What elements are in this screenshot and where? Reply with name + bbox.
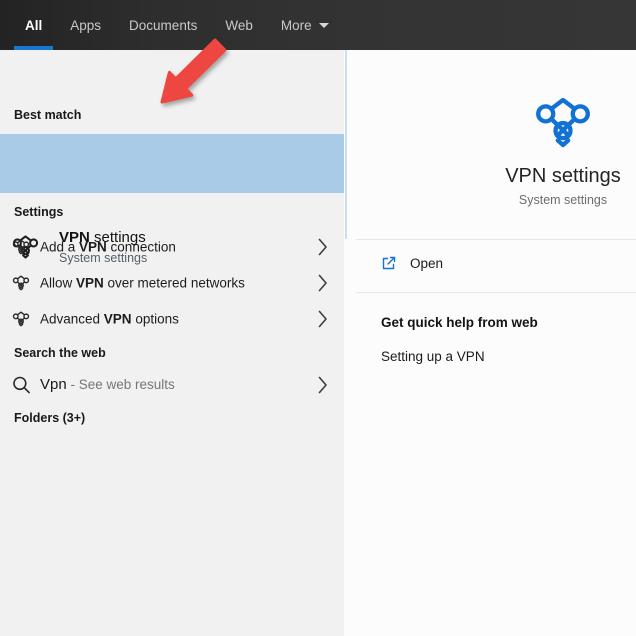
vpn-icon (12, 239, 30, 255)
result-label: Allow VPN over metered networks (40, 276, 245, 291)
open-command-button[interactable]: Open (344, 240, 636, 292)
chevron-right-icon[interactable] (318, 274, 328, 292)
result-label-strong: VPN (103, 311, 132, 327)
folders-section-label: Folders (3+) (14, 411, 86, 425)
tab-apps[interactable]: Apps (70, 0, 101, 50)
result-label-pre: Allow (40, 275, 77, 291)
result-add-vpn-connection[interactable]: Add a VPN connection (0, 229, 344, 265)
vpn-icon (12, 311, 30, 327)
tab-apps-label: Apps (70, 17, 102, 33)
open-external-icon (382, 256, 396, 270)
tab-more[interactable]: More (281, 0, 329, 50)
result-allow-vpn-metered[interactable]: Allow VPN over metered networks (0, 265, 344, 301)
tab-all-label: All (25, 17, 43, 33)
web-search-query: Vpn (40, 376, 67, 394)
result-web-search-vpn[interactable]: Vpn - See web results (0, 367, 344, 403)
result-label-post: options (131, 311, 179, 327)
panel-edge-highlight (345, 50, 347, 239)
result-advanced-vpn-options[interactable]: Advanced VPN options (0, 301, 344, 337)
tab-all[interactable]: All (13, 0, 54, 50)
chevron-down-icon (318, 22, 329, 28)
open-command-label: Open (410, 256, 444, 271)
result-label-post: over metered networks (103, 275, 245, 291)
result-label-strong: VPN (76, 275, 104, 291)
result-label-pre: Add a (40, 239, 80, 255)
result-label-pre: Advanced (40, 311, 104, 327)
chevron-right-icon[interactable] (318, 238, 328, 256)
tab-more-label: More (280, 17, 312, 33)
result-preview-panel: VPN settings System settings Open Get qu… (344, 50, 636, 636)
search-web-section-label: Search the web (14, 346, 106, 360)
result-label: Advanced VPN options (40, 312, 179, 327)
web-search-suffix: - See web results (66, 377, 175, 393)
tab-web[interactable]: Web (225, 0, 253, 50)
tab-documents-label: Documents (129, 17, 198, 33)
search-icon (13, 376, 30, 394)
chevron-right-icon[interactable] (318, 310, 328, 328)
search-filter-tabbar: All Apps Documents Web More (0, 0, 636, 50)
quick-help-header: Get quick help from web (381, 315, 538, 330)
quick-help-link-setting-up-vpn[interactable]: Setting up a VPN (381, 349, 485, 364)
divider (356, 292, 636, 293)
chevron-right-icon[interactable] (318, 376, 328, 394)
web-search-text: Vpn - See web results (40, 376, 175, 393)
result-label-post: connection (106, 239, 176, 255)
preview-title: VPN settings (505, 165, 621, 187)
best-match-result-vpn-settings[interactable]: VPN settings System settings (0, 134, 344, 265)
result-label: Add a VPN connection (40, 240, 176, 255)
vpn-icon (534, 96, 592, 149)
search-flyout: All Apps Documents Web More Best match V… (0, 0, 636, 636)
vpn-icon (12, 275, 30, 291)
tab-documents[interactable]: Documents (129, 0, 197, 50)
tab-web-label: Web (225, 17, 253, 33)
settings-section-label: Settings (14, 205, 64, 219)
search-results-panel: Best match VPN settings System settings … (0, 50, 344, 636)
best-match-section-label: Best match (14, 108, 82, 122)
result-label-strong: VPN (79, 239, 107, 255)
preview-subtitle: System settings (518, 193, 608, 207)
